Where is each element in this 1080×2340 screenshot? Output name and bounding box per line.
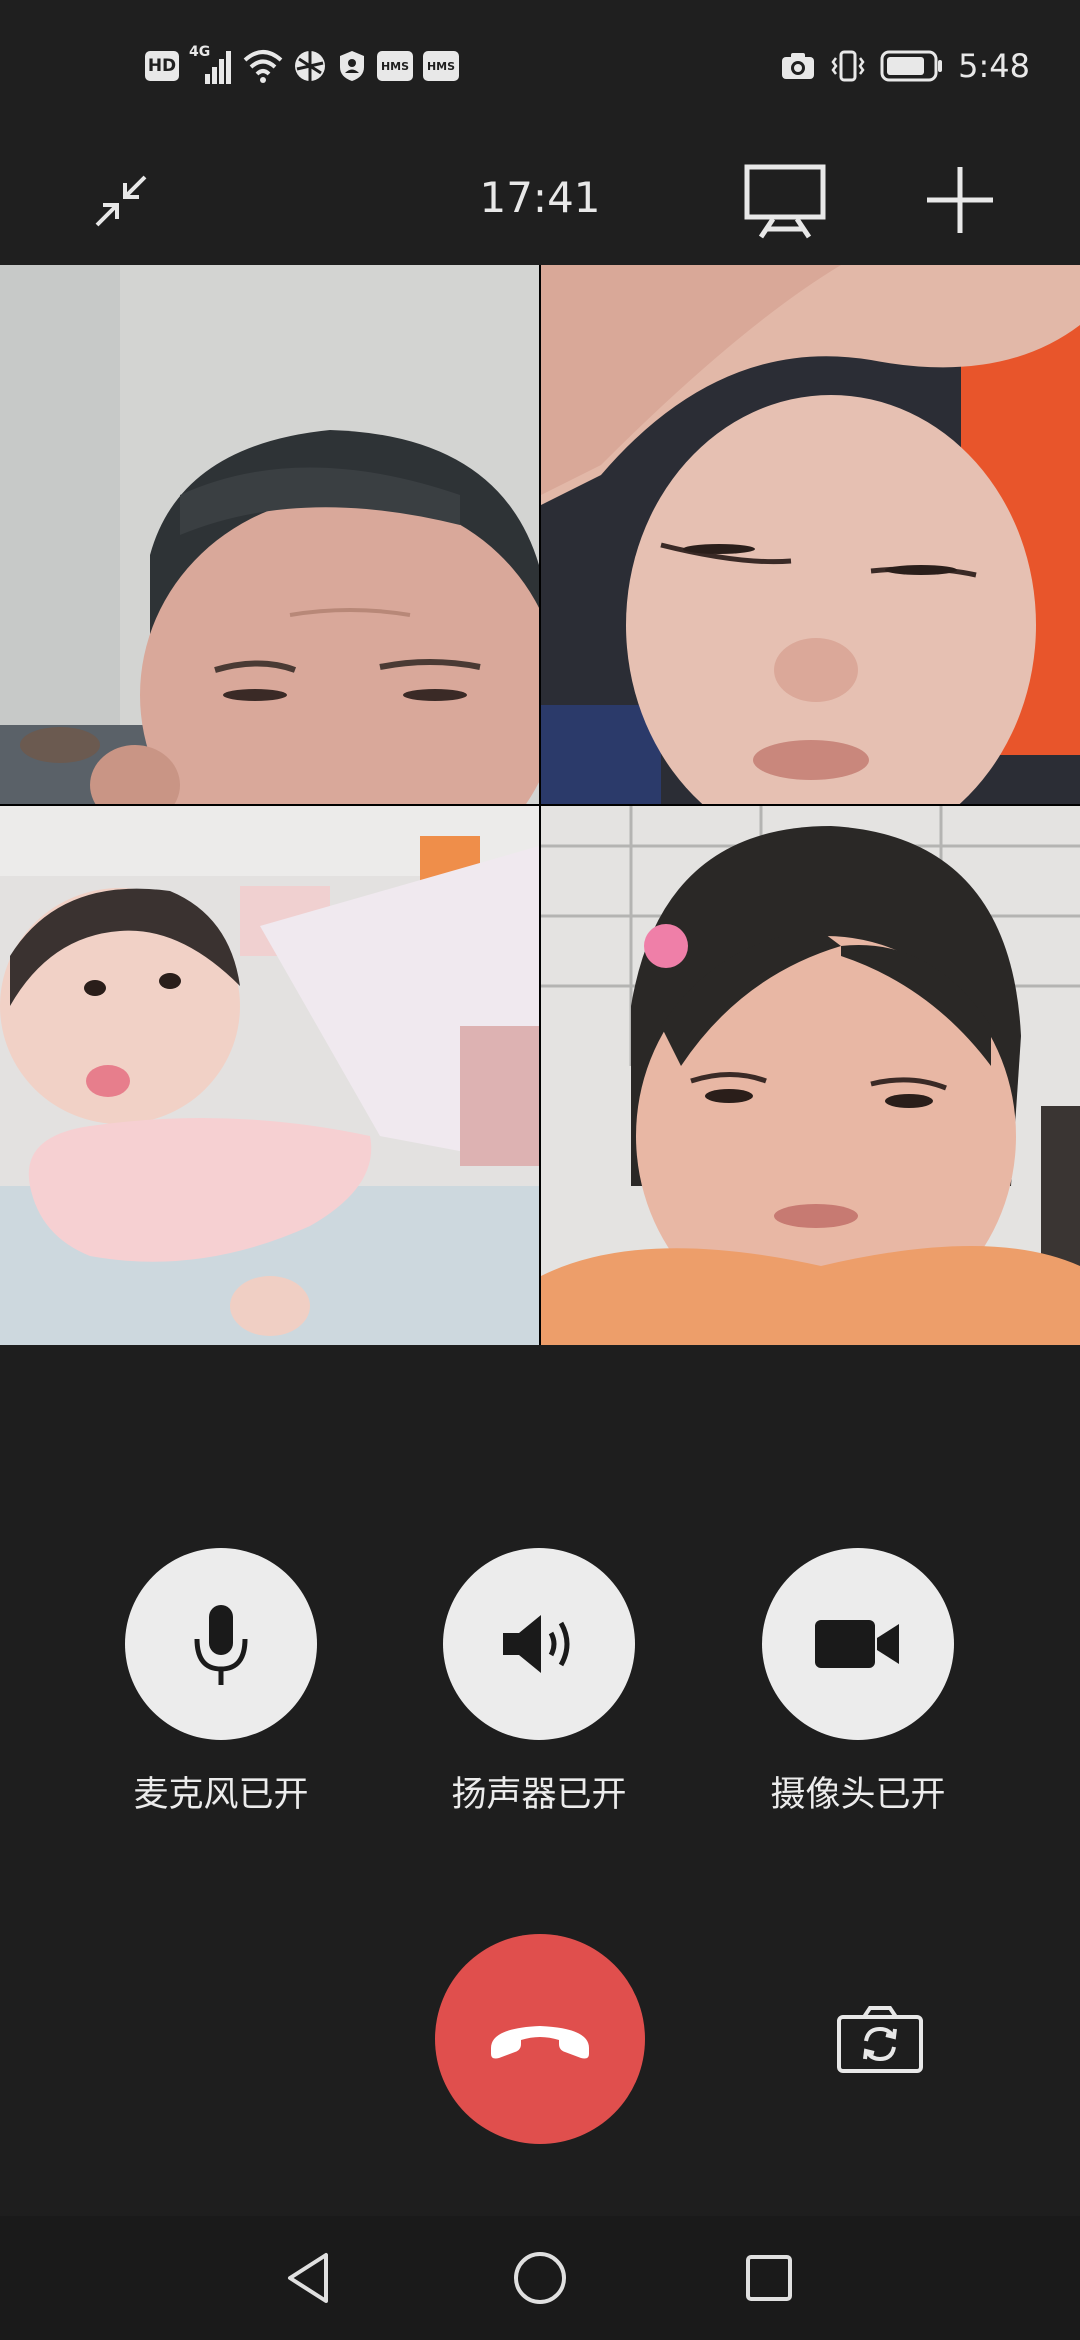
flip-camera-button[interactable] xyxy=(830,1995,930,2085)
hms-icon: HMS xyxy=(377,51,413,81)
hang-up-phone-icon xyxy=(491,2026,589,2059)
home-circle-icon xyxy=(514,2252,566,2304)
camera-label: 摄像头已开 xyxy=(770,1775,946,1815)
signal-4g-icon: 4G xyxy=(189,44,233,86)
microphone-button[interactable] xyxy=(125,1548,317,1740)
participant-video-4[interactable] xyxy=(541,806,1080,1345)
vibrate-icon xyxy=(831,50,865,82)
nav-back-button[interactable] xyxy=(269,2238,349,2318)
battery-icon xyxy=(880,50,943,82)
status-time: 5:48 xyxy=(958,47,1030,85)
hang-up-button[interactable] xyxy=(435,1934,645,2144)
status-left-icons: HD 4G HMS HMS xyxy=(145,44,459,88)
microphone-label: 麦克风已开 xyxy=(133,1775,309,1815)
status-right-icons: 5:48 xyxy=(780,44,1030,88)
speaker-button[interactable] xyxy=(443,1548,635,1740)
microphone-icon xyxy=(194,1605,248,1685)
call-header: 17:41 xyxy=(0,135,1080,265)
screen-share-icon xyxy=(744,164,826,239)
system-nav-bar xyxy=(0,2216,1080,2340)
participant-video-2[interactable] xyxy=(541,265,1080,804)
screen-share-button[interactable] xyxy=(740,159,830,243)
add-participant-button[interactable] xyxy=(920,160,1000,240)
call-duration: 17:41 xyxy=(479,173,601,222)
microphone-control: 麦克风已开 xyxy=(91,1548,351,1817)
camera-button[interactable] xyxy=(762,1548,954,1740)
speaker-icon xyxy=(503,1615,570,1673)
participant-video-1[interactable] xyxy=(0,265,539,804)
shield-icon xyxy=(340,51,364,81)
status-bar: HD 4G HMS HMS 5:48 xyxy=(0,0,1080,135)
flip-camera-icon xyxy=(837,2006,923,2073)
hd-icon: HD xyxy=(145,51,179,81)
add-participant-icon xyxy=(927,167,993,233)
speaker-label: 扬声器已开 xyxy=(451,1775,627,1815)
wifi-icon xyxy=(243,50,283,83)
participant-video-3[interactable] xyxy=(0,806,539,1345)
hms-icon: HMS xyxy=(423,51,459,81)
nav-home-button[interactable] xyxy=(500,2238,580,2318)
video-grid xyxy=(0,265,1080,1345)
vpn-globe-icon xyxy=(295,51,325,81)
nav-recents-button[interactable] xyxy=(729,2238,809,2318)
call-controls: 麦克风已开 扬声器已开 摄像头已开 xyxy=(0,1548,1080,1828)
back-triangle-icon xyxy=(288,2253,328,2303)
speaker-control: 扬声器已开 xyxy=(409,1548,669,1817)
video-camera-icon xyxy=(815,1620,899,1668)
camera-icon xyxy=(782,53,815,79)
recents-square-icon xyxy=(746,2255,792,2301)
camera-control: 摄像头已开 xyxy=(728,1548,988,1817)
